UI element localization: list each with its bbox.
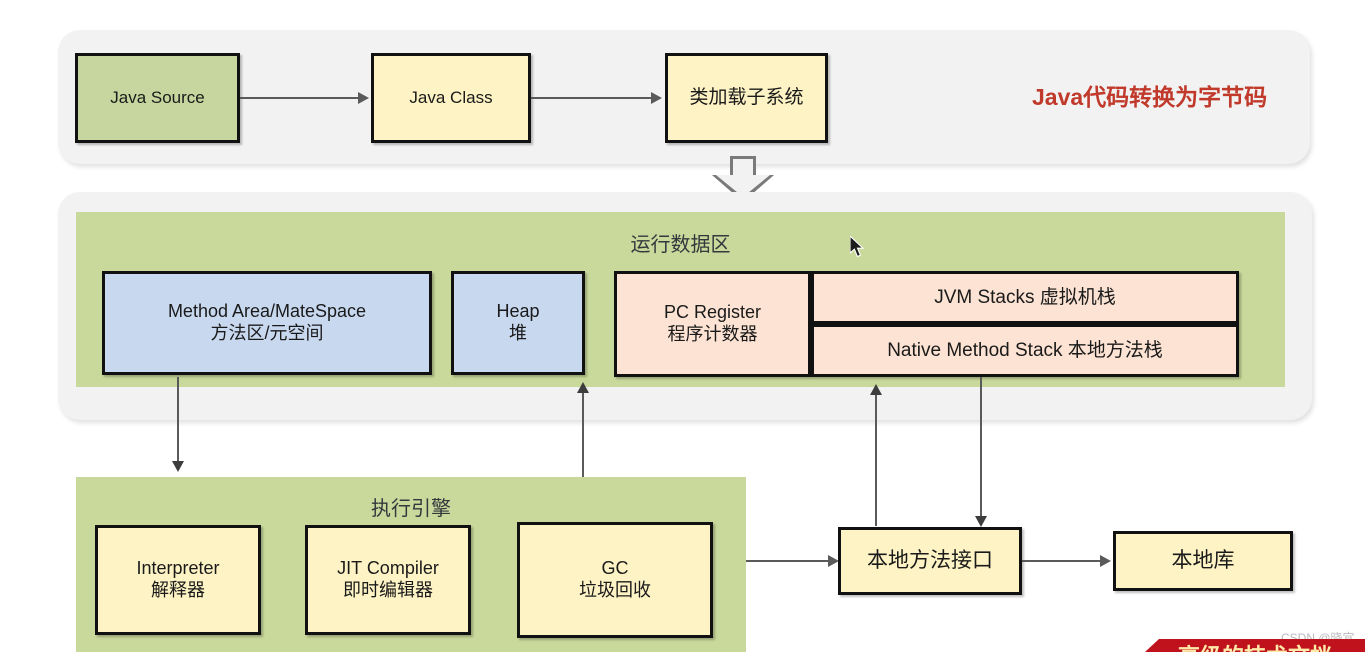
node-pc-register-label-zh: 程序计数器 [667,324,758,344]
arrowhead-gc-to-heap [577,382,589,393]
node-java-source-label: Java Source [110,87,205,107]
bottom-red-banner: 高级的技术文档 [1145,639,1365,652]
node-heap-label-en: Heap [496,301,540,322]
node-interpreter-label-zh: 解释器 [151,580,205,600]
node-java-class[interactable]: Java Class [371,53,531,143]
node-method-area-label-en: Method Area/MateSpace [167,301,367,322]
mouse-cursor [850,236,866,259]
connector-methodarea-to-engine [177,377,179,463]
connector-engine-to-nativeinterface [746,560,830,562]
connector-stack-to-nativeinterface [980,377,982,518]
node-java-class-label: Java Class [409,87,493,107]
connector-nativeinterface-to-stack [875,392,877,526]
node-gc-label-zh: 垃圾回收 [579,580,651,600]
arrowhead-methodarea-to-engine [172,461,184,472]
node-gc-label-en: GC [601,558,629,579]
node-classloader-subsystem[interactable]: 类加载子系统 [665,53,828,143]
execution-engine-title: 执行引擎 [371,498,451,520]
node-interpreter-label-en: Interpreter [136,558,220,579]
node-native-method-stack-label: Native Method Stack 本地方法栈 [887,339,1163,361]
arrowhead-source-to-class [358,92,369,104]
arrowhead-class-to-classloader [651,92,662,104]
arrowhead-nativeinterface-to-stack [870,384,882,395]
node-pc-register[interactable]: PC Register 程序计数器 [614,271,811,377]
diagram-canvas: Java Source Java Class 类加载子系统 Java代码转换为字… [0,0,1365,652]
bottom-red-banner-label: 高级的技术文档 [1178,639,1332,652]
node-jit-compiler-label-en: JIT Compiler [337,558,439,579]
node-jvm-stacks-label: JVM Stacks 虚拟机栈 [934,286,1116,308]
node-native-method-stack[interactable]: Native Method Stack 本地方法栈 [811,324,1239,377]
node-native-library[interactable]: 本地库 [1113,531,1293,591]
connector-source-to-class [240,97,360,99]
annotation-compile-to-bytecode: Java代码转换为字节码 [1032,84,1268,110]
node-interpreter[interactable]: Interpreter 解释器 [95,525,261,635]
node-java-source[interactable]: Java Source [75,53,240,143]
node-jvm-stacks[interactable]: JVM Stacks 虚拟机栈 [811,271,1239,324]
node-pc-register-label-en: PC Register [663,302,762,323]
node-gc[interactable]: GC 垃圾回收 [517,522,713,638]
node-heap-label-zh: 堆 [509,323,527,343]
runtime-data-area-title: 运行数据区 [630,234,731,256]
node-native-library-label: 本地库 [1171,549,1235,573]
node-native-method-interface-label: 本地方法接口 [867,549,993,573]
node-method-area-label-zh: 方法区/元空间 [210,323,324,343]
connector-nativeinterface-to-library [1022,560,1102,562]
node-jit-compiler[interactable]: JIT Compiler 即时编辑器 [305,525,471,635]
cropped-top-text [62,0,622,10]
connector-gc-to-heap [582,390,584,478]
node-jit-compiler-label-zh: 即时编辑器 [343,580,433,600]
arrowhead-nativeinterface-to-library [1100,555,1111,567]
node-classloader-subsystem-label: 类加载子系统 [689,87,804,109]
node-heap[interactable]: Heap 堆 [451,271,585,375]
connector-class-to-classloader [531,97,653,99]
arrowhead-stack-to-nativeinterface [975,516,987,527]
node-native-method-interface[interactable]: 本地方法接口 [838,527,1022,595]
node-method-area[interactable]: Method Area/MateSpace 方法区/元空间 [102,271,432,375]
